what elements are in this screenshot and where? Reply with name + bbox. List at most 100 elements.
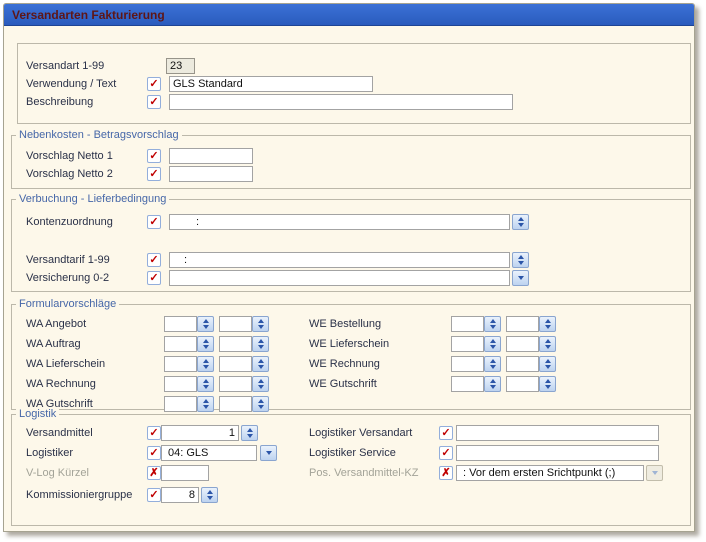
logistiker-versandart-check-icon[interactable]: ✓ [439, 426, 453, 440]
spinner-button[interactable] [484, 376, 501, 392]
we-lieferschein-field1[interactable] [451, 336, 484, 352]
we-gutschrift-spin2[interactable] [506, 376, 556, 392]
we-rechnung-spin1[interactable] [451, 356, 501, 372]
vlog-cross-icon[interactable]: ✗ [147, 466, 161, 480]
wa-angebot-field2[interactable] [219, 316, 252, 332]
versicherung-dropdown-button[interactable] [512, 270, 529, 286]
spinner-button[interactable] [252, 356, 269, 372]
versandmittel-spin[interactable] [161, 425, 258, 441]
we-gutschrift-spin1[interactable] [451, 376, 501, 392]
logistiker-service-check-icon[interactable]: ✓ [439, 446, 453, 460]
we-bestellung-spin2[interactable] [506, 316, 556, 332]
spinner-button[interactable] [252, 376, 269, 392]
spin-up-icon [545, 339, 551, 343]
spin-up-icon [490, 379, 496, 383]
kommissioniergruppe-check-icon[interactable]: ✓ [147, 488, 161, 502]
wa-lieferschein-field1[interactable] [164, 356, 197, 372]
spinner-button[interactable] [197, 336, 214, 352]
wa-rechnung-field1[interactable] [164, 376, 197, 392]
wa-lieferschein-spin2[interactable] [219, 356, 269, 372]
spinner-button[interactable] [539, 316, 556, 332]
wa-rechnung-field2[interactable] [219, 376, 252, 392]
kontenzuordnung-check-icon[interactable]: ✓ [147, 215, 161, 229]
we-lieferschein-field2[interactable] [506, 336, 539, 352]
wa-auftrag-spin2[interactable] [219, 336, 269, 352]
wa-angebot-label: WA Angebot [26, 316, 86, 332]
spinner-button[interactable] [539, 376, 556, 392]
wa-rechnung-spin1[interactable] [164, 376, 214, 392]
wa-auftrag-spin1[interactable] [164, 336, 214, 352]
spinner-button[interactable] [197, 316, 214, 332]
we-rechnung-field2[interactable] [506, 356, 539, 372]
verwendung-field[interactable] [169, 76, 373, 92]
wa-angebot-spin1[interactable] [164, 316, 214, 332]
we-gutschrift-field1[interactable] [451, 376, 484, 392]
versicherung-check-icon[interactable]: ✓ [147, 271, 161, 285]
spinner-button[interactable] [484, 336, 501, 352]
versandart-field[interactable] [166, 58, 195, 74]
wa-gutschrift-field1[interactable] [164, 396, 197, 412]
we-lieferschein-spin2[interactable] [506, 336, 556, 352]
wa-gutschrift-spin1[interactable] [164, 396, 214, 412]
we-gutschrift-field2[interactable] [506, 376, 539, 392]
we-rechnung-spin2[interactable] [506, 356, 556, 372]
pos-versandmittel-cross-icon[interactable]: ✗ [439, 466, 453, 480]
versandtarif-check-icon[interactable]: ✓ [147, 253, 161, 267]
wa-lieferschein-spin1[interactable] [164, 356, 214, 372]
spinner-button[interactable] [539, 356, 556, 372]
netto2-field[interactable] [169, 166, 253, 182]
we-rechnung-field1[interactable] [451, 356, 484, 372]
vlog-field[interactable] [161, 465, 209, 481]
we-bestellung-field1[interactable] [451, 316, 484, 332]
pos-versandmittel-combo[interactable]: : Vor dem ersten Srichtpunkt (;) [456, 465, 663, 481]
versicherung-value[interactable] [169, 270, 510, 286]
spinner-button[interactable] [197, 356, 214, 372]
wa-angebot-field1[interactable] [164, 316, 197, 332]
spinner-button[interactable] [197, 396, 214, 412]
wa-auftrag-field2[interactable] [219, 336, 252, 352]
wa-lieferschein-field2[interactable] [219, 356, 252, 372]
logistiker-service-field[interactable] [456, 445, 659, 461]
logistiker-check-icon[interactable]: ✓ [147, 446, 161, 460]
pos-versandmittel-value[interactable]: : Vor dem ersten Srichtpunkt (;) [456, 465, 644, 481]
vlog-label: V-Log Kürzel [26, 465, 89, 481]
wa-gutschrift-field2[interactable] [219, 396, 252, 412]
we-lieferschein-spin1[interactable] [451, 336, 501, 352]
netto1-check-icon[interactable]: ✓ [147, 149, 161, 163]
we-bestellung-spin1[interactable] [451, 316, 501, 332]
wa-auftrag-field1[interactable] [164, 336, 197, 352]
wa-angebot-spin2[interactable] [219, 316, 269, 332]
spinner-button[interactable] [539, 336, 556, 352]
verwendung-check-icon[interactable]: ✓ [147, 77, 161, 91]
versicherung-combo[interactable] [169, 270, 529, 286]
kontenzuordnung-spinner-button[interactable] [512, 214, 529, 230]
wa-gutschrift-spin2[interactable] [219, 396, 269, 412]
versandmittel-field[interactable] [161, 425, 239, 441]
spinner-button[interactable] [484, 356, 501, 372]
kommissioniergruppe-spinner-button[interactable] [201, 487, 218, 503]
versandmittel-spinner-button[interactable] [241, 425, 258, 441]
spinner-button[interactable] [252, 336, 269, 352]
kommissioniergruppe-field[interactable] [161, 487, 199, 503]
beschreibung-field[interactable] [169, 94, 513, 110]
spinner-button[interactable] [252, 316, 269, 332]
wa-rechnung-spin2[interactable] [219, 376, 269, 392]
beschreibung-check-icon[interactable]: ✓ [147, 95, 161, 109]
logistiker-dropdown-button[interactable] [260, 445, 277, 461]
logistiker-combo[interactable]: 04: GLS [161, 445, 277, 461]
netto2-check-icon[interactable]: ✓ [147, 167, 161, 181]
versandmittel-check-icon[interactable]: ✓ [147, 426, 161, 440]
we-bestellung-field2[interactable] [506, 316, 539, 332]
kommissioniergruppe-spin[interactable] [161, 487, 218, 503]
netto1-field[interactable] [169, 148, 253, 164]
kontenzuordnung-value[interactable]: : [169, 214, 510, 230]
versandtarif-value[interactable]: : [169, 252, 510, 268]
logistiker-value[interactable]: 04: GLS [161, 445, 257, 461]
spinner-button[interactable] [484, 316, 501, 332]
logistiker-versandart-field[interactable] [456, 425, 659, 441]
versandtarif-combo[interactable]: : [169, 252, 529, 268]
kontenzuordnung-combo[interactable]: : [169, 214, 529, 230]
spinner-button[interactable] [252, 396, 269, 412]
spinner-button[interactable] [197, 376, 214, 392]
versandtarif-spinner-button[interactable] [512, 252, 529, 268]
